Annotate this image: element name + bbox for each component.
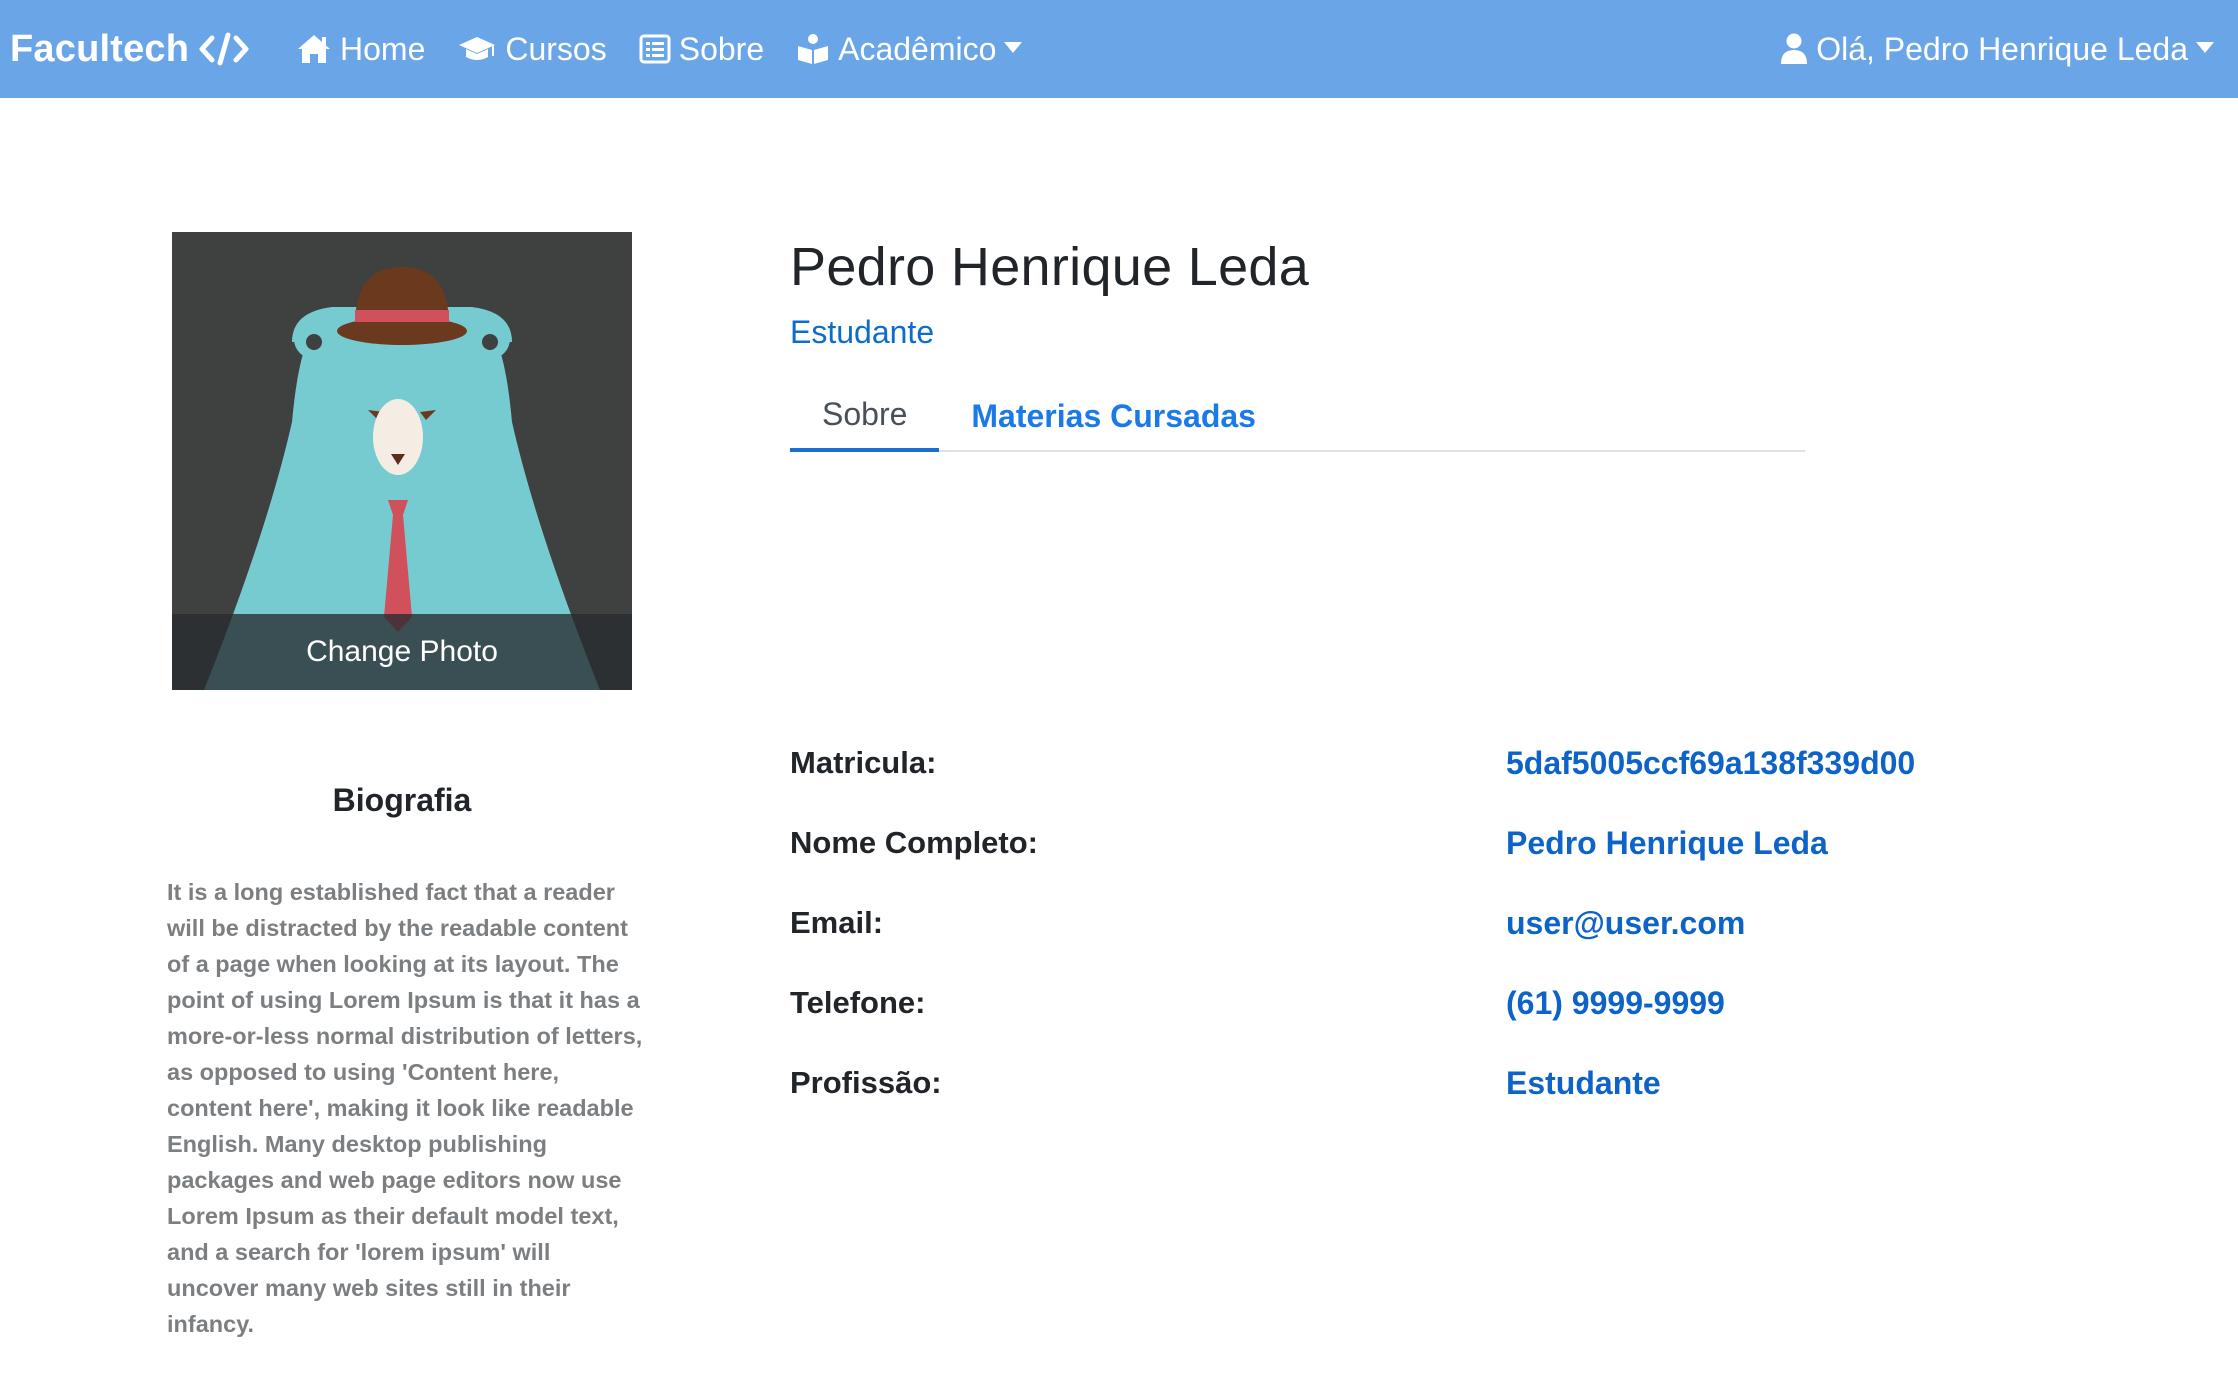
nav-links: Home Cursos Sobre Acadêmico	[296, 0, 1054, 98]
chevron-down-icon	[2196, 41, 2214, 53]
detail-label: Nome Completo:	[790, 825, 1038, 860]
top-navbar: Facultech Home Cursos Sobre Acadêmico Ol…	[0, 0, 2238, 98]
nav-cursos-label: Cursos	[505, 30, 607, 67]
user-icon	[1780, 33, 1808, 65]
tab-sobre[interactable]: Sobre	[790, 380, 940, 452]
detail-label: Profissão:	[790, 1065, 942, 1100]
brand-logo[interactable]: Facultech	[10, 0, 249, 98]
detail-row-nome-completo: Nome Completo: Pedro Henrique Leda	[790, 818, 2070, 868]
nav-sobre[interactable]: Sobre	[639, 31, 764, 68]
detail-row-profissao: Profissão: Estudante	[790, 1058, 2070, 1108]
tab-materias-cursadas[interactable]: Materias Cursadas	[939, 380, 1288, 452]
detail-value: Pedro Henrique Leda	[1506, 824, 1828, 861]
home-icon	[296, 33, 332, 65]
user-greeting: Olá, Pedro Henrique Leda	[1816, 30, 2188, 67]
nav-academico-label: Acadêmico	[838, 30, 997, 67]
biography-title: Biografia	[332, 782, 472, 818]
nav-cursos[interactable]: Cursos	[457, 30, 607, 68]
detail-row-email: Email: user@user.com	[790, 898, 2070, 948]
detail-value: (61) 9999-9999	[1506, 984, 1725, 1021]
detail-value: 5daf5005ccf69a138f339d00	[1506, 744, 1916, 781]
brand-name: Facultech	[10, 27, 190, 70]
profile-tabs: Sobre Materias Cursadas	[790, 380, 1805, 452]
graduation-cap-icon	[457, 34, 497, 64]
profile-name: Pedro Henrique Leda	[790, 237, 1310, 297]
nav-home-label: Home	[340, 30, 426, 67]
list-alt-icon	[639, 34, 671, 64]
chevron-down-icon	[1004, 41, 1023, 53]
change-photo-button[interactable]: Change Photo	[172, 614, 632, 690]
code-icon	[199, 32, 249, 66]
profile-role: Estudante	[790, 314, 935, 350]
user-menu-dropdown[interactable]: Olá, Pedro Henrique Leda	[1780, 0, 2214, 98]
detail-value: user@user.com	[1506, 904, 1746, 941]
nav-sobre-label: Sobre	[678, 30, 765, 67]
detail-label: Telefone:	[790, 985, 926, 1020]
profile-photo[interactable]: Change Photo	[172, 232, 632, 690]
book-reader-icon	[796, 33, 830, 65]
detail-label: Matricula:	[790, 745, 937, 780]
detail-row-telefone: Telefone: (61) 9999-9999	[790, 978, 2070, 1028]
change-photo-label: Change Photo	[306, 635, 498, 668]
detail-label: Email:	[790, 905, 884, 940]
detail-value: Estudante	[1506, 1064, 1661, 1101]
nav-home[interactable]: Home	[296, 31, 425, 68]
nav-academico-dropdown[interactable]: Acadêmico	[796, 30, 1023, 68]
detail-row-matricula: Matricula: 5daf5005ccf69a138f339d00	[790, 738, 2070, 788]
biography-text: It is a long established fact that a rea…	[167, 879, 643, 1337]
